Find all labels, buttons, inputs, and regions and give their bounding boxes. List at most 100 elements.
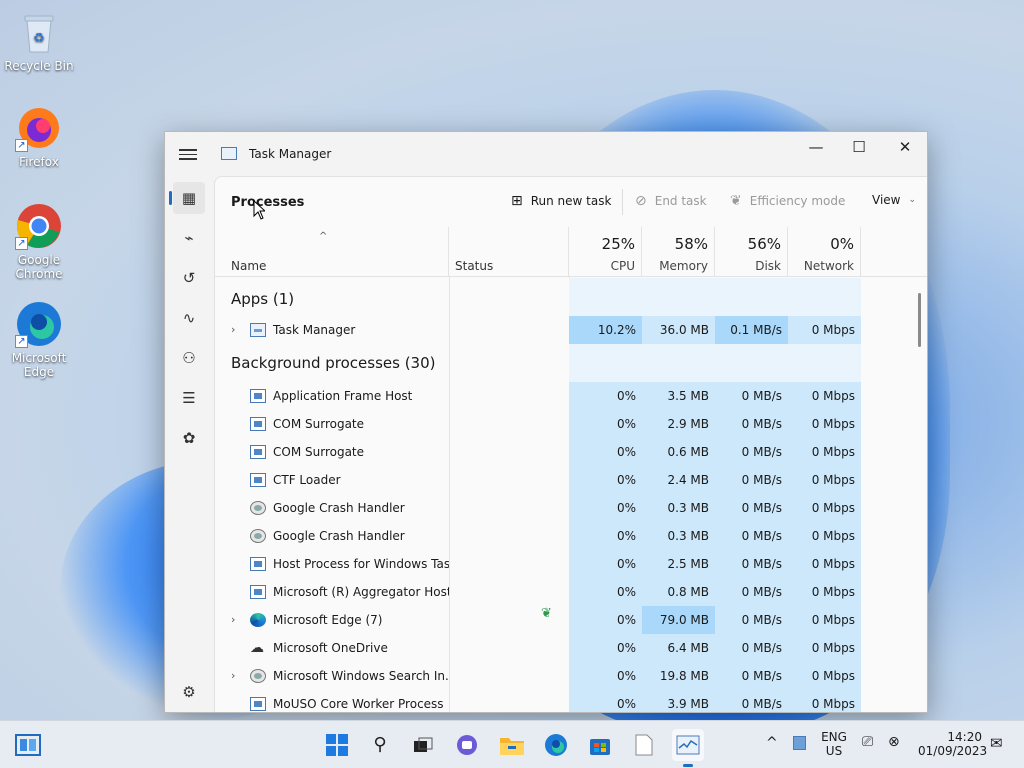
run-new-task-label: Run new task (530, 194, 612, 208)
network-value: 0 Mbps (788, 466, 861, 494)
network-value: 0 Mbps (788, 662, 861, 690)
table-row[interactable]: Microsoft (R) Aggregator Host 0% 0.8 MB … (215, 578, 927, 606)
history-icon: ↺ (182, 269, 196, 287)
chevron-right-icon[interactable]: › (231, 316, 235, 344)
desktop-icon-edge[interactable]: ↗ Microsoft Edge (4, 300, 74, 379)
nav-details[interactable]: ☰ (173, 382, 205, 414)
efficiency-leaf-icon: ❦ (541, 606, 552, 621)
column-status[interactable]: Status (449, 227, 569, 277)
process-name: Microsoft (R) Aggregator Host (273, 585, 449, 599)
notepad-icon[interactable] (628, 729, 660, 761)
hamburger-menu-icon[interactable] (179, 146, 197, 162)
memory-value: 6.4 MB (642, 634, 715, 662)
network-icon[interactable]: ⎚ (862, 734, 873, 750)
services-icon: ✿ (182, 429, 196, 447)
run-new-task-button[interactable]: ⊞ Run new task (511, 193, 611, 209)
clock-time: 14:20 (947, 730, 982, 744)
task-manager-app-icon (221, 147, 237, 160)
table-row[interactable]: › Task Manager 10.2% 36.0 MB 0.1 MB/s 0 … (215, 316, 927, 344)
column-status-label: Status (455, 259, 494, 273)
desktop-icon-recycle-bin[interactable]: ♻ Recycle Bin (4, 8, 74, 73)
nav-app-history[interactable]: ↺ (173, 262, 205, 294)
table-row[interactable]: › Microsoft Windows Search In... 0% 19.8… (215, 662, 927, 690)
processes-icon: ▦ (181, 189, 197, 207)
network-value: 0 Mbps (788, 522, 861, 550)
desktop-icon-label: Microsoft Edge (11, 351, 67, 379)
end-task-button[interactable]: ⊘ End task (635, 193, 707, 209)
end-task-icon: ⊘ (635, 193, 647, 209)
disk-value: 0 MB/s (715, 662, 788, 690)
close-button[interactable]: ✕ (882, 132, 927, 162)
tray-app-icon[interactable] (793, 736, 806, 750)
table-row[interactable]: Google Crash Handler 0% 0.3 MB 0 MB/s 0 … (215, 494, 927, 522)
minimize-button[interactable]: — (793, 132, 839, 162)
nav-services[interactable]: ✿ (173, 422, 205, 454)
language-label: ENG (821, 730, 847, 744)
desktop-icon-chrome[interactable]: ↗ Google Chrome (4, 202, 74, 281)
startup-icon: ∿ (182, 309, 196, 327)
network-value: 0 Mbps (788, 410, 861, 438)
language-indicator[interactable]: ENG US (820, 730, 848, 758)
task-manager-icon[interactable] (672, 729, 704, 767)
task-view-icon[interactable] (407, 729, 439, 761)
file-explorer-icon[interactable] (496, 729, 528, 761)
chevron-right-icon[interactable]: › (231, 606, 235, 634)
widgets-icon[interactable] (12, 729, 44, 761)
memory-total: 58% (674, 235, 708, 253)
nav-users[interactable]: ⚇ (173, 342, 205, 374)
desktop-icon-firefox[interactable]: ↗ Firefox (4, 104, 74, 169)
title-bar[interactable]: Task Manager — ☐ ✕ (165, 132, 927, 176)
table-row[interactable]: Host Process for Windows Tasks 0% 2.5 MB… (215, 550, 927, 578)
column-network[interactable]: 0% Network (788, 227, 861, 277)
chevron-up-icon[interactable]: ^ (766, 735, 778, 751)
efficiency-mode-button[interactable]: ❦ Efficiency mode (730, 193, 845, 209)
table-row[interactable]: › Microsoft Edge (7) ❦ 0% 79.0 MB 0 MB/s… (215, 606, 927, 634)
recycle-bin-icon: ♻ (15, 8, 63, 56)
volume-muted-icon[interactable]: ⊗ (888, 734, 900, 750)
notifications-icon[interactable]: ✉ (990, 734, 1003, 752)
column-memory[interactable]: 58% Memory (642, 227, 715, 277)
desktop-icon-label: Recycle Bin (4, 59, 74, 73)
table-row[interactable]: Google Crash Handler 0% 0.3 MB 0 MB/s 0 … (215, 522, 927, 550)
clock-date: 01/09/2023 (918, 744, 988, 758)
table-row[interactable]: MoUSO Core Worker Process 0% 3.9 MB 0 MB… (215, 690, 927, 712)
column-cpu[interactable]: 25% CPU (569, 227, 642, 277)
disk-value: 0 MB/s (715, 634, 788, 662)
nav-performance[interactable]: ⌁ (173, 222, 205, 254)
column-disk[interactable]: 56% Disk (715, 227, 788, 277)
search-icon[interactable]: ⚲ (364, 729, 396, 761)
process-name: Google Crash Handler (273, 501, 405, 515)
nav-startup-apps[interactable]: ∿ (173, 302, 205, 334)
table-row[interactable]: CTF Loader 0% 2.4 MB 0 MB/s 0 Mbps (215, 466, 927, 494)
network-total: 0% (830, 235, 854, 253)
clock[interactable]: 14:20 01/09/2023 (918, 730, 988, 758)
nav-settings[interactable]: ⚙ (173, 676, 205, 708)
table-row[interactable]: Application Frame Host 0% 3.5 MB 0 MB/s … (215, 382, 927, 410)
column-name[interactable]: ^ Name (215, 227, 449, 277)
column-headers: ^ Name Status 25% CPU 58% Memory 56% Dis… (215, 227, 927, 277)
store-icon[interactable] (584, 729, 616, 761)
disk-value: 0 MB/s (715, 690, 788, 712)
chevron-right-icon[interactable]: › (231, 662, 235, 690)
window-title: Task Manager (249, 147, 332, 161)
start-icon[interactable] (321, 729, 353, 761)
chat-icon[interactable] (451, 729, 483, 761)
table-row[interactable]: COM Surrogate 0% 0.6 MB 0 MB/s 0 Mbps (215, 438, 927, 466)
table-row[interactable]: COM Surrogate 0% 2.9 MB 0 MB/s 0 Mbps (215, 410, 927, 438)
cpu-value: 0% (569, 662, 642, 690)
disk-value: 0 MB/s (715, 578, 788, 606)
maximize-button[interactable]: ☐ (836, 132, 882, 162)
edge-icon[interactable] (540, 729, 572, 761)
memory-value: 19.8 MB (642, 662, 715, 690)
nav-processes[interactable]: ▦ (169, 182, 205, 214)
end-task-label: End task (654, 194, 707, 208)
shortcut-arrow-icon: ↗ (15, 335, 28, 348)
table-row[interactable]: ☁ Microsoft OneDrive 0% 6.4 MB 0 MB/s 0 M… (215, 634, 927, 662)
sort-up-icon: ^ (319, 231, 328, 242)
memory-value: 2.9 MB (642, 410, 715, 438)
process-name: Task Manager (273, 323, 356, 337)
view-menu-button[interactable]: View ⌄ (872, 193, 916, 207)
disk-value: 0 MB/s (715, 550, 788, 578)
cpu-value: 0% (569, 690, 642, 712)
vertical-scrollbar[interactable] (918, 293, 921, 347)
